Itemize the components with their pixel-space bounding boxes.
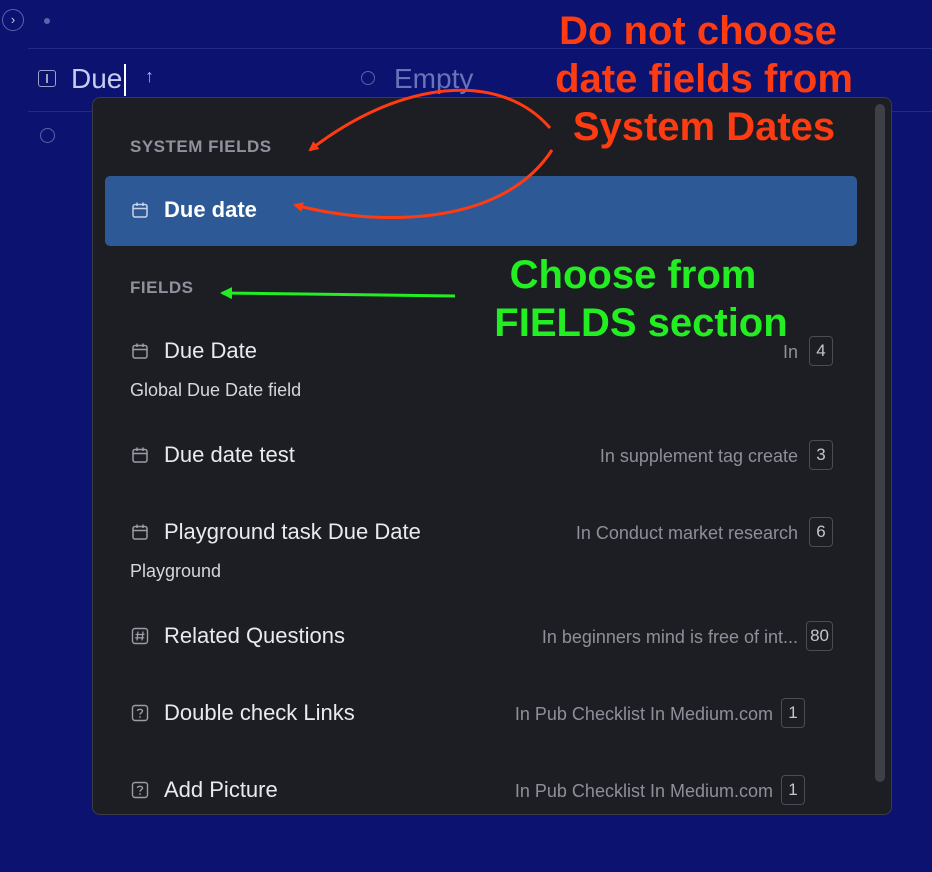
calendar-icon bbox=[131, 342, 149, 360]
red-annotation-line-2: date fields from bbox=[555, 57, 853, 101]
question-icon bbox=[131, 781, 149, 799]
field-name-input[interactable]: Due bbox=[71, 61, 122, 97]
calendar-icon bbox=[131, 446, 149, 464]
item-description: Global Due Date field bbox=[130, 380, 302, 400]
item-location: In supplement tag create bbox=[599, 446, 798, 466]
item-location: In Pub Checklist In Medium.com bbox=[514, 781, 773, 801]
usage-count-badge: 6 bbox=[809, 517, 833, 547]
text-field-icon bbox=[38, 70, 56, 87]
hash-icon bbox=[131, 627, 149, 645]
item-location: In Pub Checklist In Medium.com bbox=[514, 704, 773, 724]
field-item-related-questions[interactable]: Related Questions In beginners mind is f… bbox=[93, 611, 863, 661]
item-location: In Conduct market research bbox=[575, 523, 798, 543]
item-location: In beginners mind is free of int... bbox=[541, 627, 798, 647]
item-name: Related Questions bbox=[164, 623, 345, 648]
value-circle-icon bbox=[361, 71, 375, 85]
field-item-double-check-links[interactable]: Double check Links In Pub Checklist In M… bbox=[93, 688, 863, 738]
red-annotation-line-1: Do not choose bbox=[559, 9, 837, 53]
red-annotation-line-3: System Dates bbox=[572, 105, 836, 149]
green-annotation-line-1: Choose from bbox=[509, 253, 757, 297]
green-annotation-line-2: FIELDS section bbox=[494, 301, 788, 345]
item-name: Due date bbox=[164, 197, 257, 222]
value-placeholder[interactable]: Empty bbox=[394, 61, 473, 97]
field-item-due-date-test[interactable]: Due date test In supplement tag create 3 bbox=[93, 430, 863, 480]
usage-count-badge: 1 bbox=[781, 698, 805, 728]
usage-count-badge: 3 bbox=[809, 440, 833, 470]
bullet-dot bbox=[44, 18, 50, 24]
system-fields-heading: SYSTEM FIELDS bbox=[130, 137, 272, 156]
system-item-due-date[interactable]: Due date bbox=[105, 176, 857, 246]
expand-chevron-icon[interactable]: › bbox=[2, 9, 24, 31]
calendar-icon bbox=[131, 201, 149, 219]
fields-heading: FIELDS bbox=[130, 278, 194, 297]
question-icon bbox=[131, 704, 149, 722]
field-suggestion-dropdown: SYSTEM FIELDS Due date FIELDS Due Date I… bbox=[92, 97, 892, 815]
field-item-add-picture[interactable]: Add Picture In Pub Checklist In Medium.c… bbox=[93, 765, 863, 814]
item-name: Double check Links bbox=[164, 700, 355, 725]
usage-count-badge: 1 bbox=[781, 775, 805, 805]
item-description: Playground bbox=[130, 561, 222, 581]
node-bullet-icon bbox=[40, 128, 55, 143]
usage-count-badge: 80 bbox=[806, 621, 833, 651]
text-caret bbox=[124, 64, 126, 96]
field-item-playground-task-due-date[interactable]: Playground task Due Date In Conduct mark… bbox=[93, 507, 863, 591]
item-name: Due date test bbox=[164, 442, 295, 467]
calendar-icon bbox=[131, 523, 149, 541]
item-name: Playground task Due Date bbox=[164, 519, 421, 544]
usage-count-badge: 4 bbox=[809, 336, 833, 366]
item-name: Due Date bbox=[164, 338, 257, 363]
scrollbar[interactable] bbox=[875, 104, 885, 782]
item-name: Add Picture bbox=[164, 777, 278, 802]
sort-up-arrow-icon[interactable]: ↑ bbox=[145, 66, 154, 87]
